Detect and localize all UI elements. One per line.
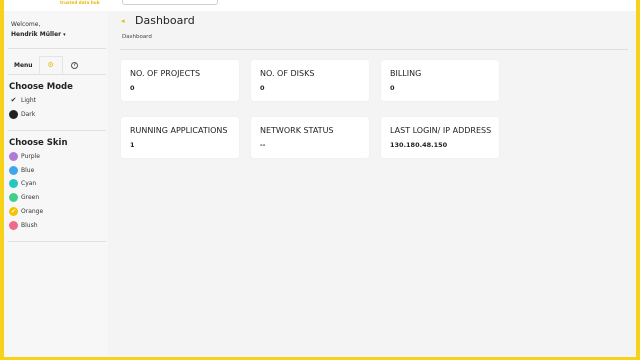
divider xyxy=(8,130,106,131)
color-swatch xyxy=(9,110,18,119)
top-header: trusted data hub xyxy=(4,0,636,11)
card-value: 0 xyxy=(130,84,135,92)
help-icon: ? xyxy=(71,61,79,69)
divider xyxy=(8,48,106,49)
check-icon: ✔ xyxy=(10,96,17,104)
card-value: -- xyxy=(260,141,266,149)
tab-menu-label: Menu xyxy=(14,61,33,69)
mode-option-label: Dark xyxy=(21,111,36,118)
skin-option-green[interactable]: Green xyxy=(9,193,39,202)
card-label: NETWORK STATUS xyxy=(260,126,334,135)
tab-help[interactable]: ? xyxy=(63,56,87,74)
card-label: RUNNING APPLICATIONS xyxy=(130,126,228,135)
skin-option-label: Cyan xyxy=(21,180,37,187)
sidebar-tabs: Menu ⚙ ? xyxy=(8,56,87,74)
tab-menu[interactable]: Menu xyxy=(8,56,39,74)
choose-skin-title: Choose Skin xyxy=(9,138,68,148)
card-projects: NO. OF PROJECTS 0 xyxy=(121,60,239,101)
skin-option-cyan[interactable]: Cyan xyxy=(9,179,36,188)
main-content: ◂ Dashboard Dashboard NO. OF PROJECTS 0 … xyxy=(108,11,636,357)
card-label: LAST LOGIN/ IP ADDRESS xyxy=(390,126,492,135)
brand-tagline: trusted data hub xyxy=(60,0,100,5)
gear-icon: ⚙ xyxy=(47,61,54,69)
card-value: 0 xyxy=(260,84,265,92)
skin-option-label: Purple xyxy=(21,153,40,160)
frame-right-border xyxy=(636,0,640,360)
mode-option-label: Light xyxy=(21,96,36,104)
card-network-status: NETWORK STATUS -- xyxy=(251,117,369,158)
color-swatch xyxy=(9,193,18,202)
divider xyxy=(8,74,106,75)
color-swatch xyxy=(9,179,18,188)
card-label: NO. OF PROJECTS xyxy=(130,69,201,78)
skin-option-label: Green xyxy=(21,194,40,201)
color-swatch xyxy=(9,152,18,161)
card-disks: NO. OF DISKS 0 xyxy=(251,60,369,101)
back-arrow-icon[interactable]: ◂ xyxy=(121,17,125,25)
page-title: Dashboard xyxy=(135,14,195,27)
skin-option-label: Blush xyxy=(21,222,38,229)
check-icon: ✔ xyxy=(9,207,18,216)
mode-option-dark[interactable]: Dark xyxy=(9,110,35,119)
card-billing: BILLING 0 xyxy=(381,60,499,101)
card-label: NO. OF DISKS xyxy=(260,69,315,78)
card-value: 0 xyxy=(390,84,395,92)
divider xyxy=(120,49,628,50)
breadcrumb[interactable]: Dashboard xyxy=(122,34,152,40)
card-value: 130.180.48.150 xyxy=(390,141,448,149)
skin-option-label: Blue xyxy=(21,167,35,174)
color-swatch xyxy=(9,221,18,230)
color-swatch xyxy=(9,166,18,175)
card-label: BILLING xyxy=(390,69,422,78)
mode-option-light[interactable]: ✔ Light xyxy=(9,96,36,104)
divider xyxy=(8,241,106,242)
card-running-applications: RUNNING APPLICATIONS 1 xyxy=(121,117,239,158)
user-dropdown[interactable]: Hendrik Müller ▾ xyxy=(11,31,66,38)
card-last-login: LAST LOGIN/ IP ADDRESS 130.180.48.150 xyxy=(381,117,499,158)
choose-mode-title: Choose Mode xyxy=(9,82,73,92)
welcome-text: Welcome, xyxy=(11,21,41,28)
skin-option-purple[interactable]: Purple xyxy=(9,152,40,161)
skin-option-blue[interactable]: Blue xyxy=(9,166,34,175)
skin-option-blush[interactable]: Blush xyxy=(9,221,38,230)
sidebar: Welcome, Hendrik Müller ▾ Menu ⚙ ? Choos… xyxy=(4,11,108,357)
skin-option-orange[interactable]: ✔ Orange xyxy=(9,207,43,216)
tab-settings[interactable]: ⚙ xyxy=(38,56,63,74)
search-input[interactable] xyxy=(122,0,218,5)
card-value: 1 xyxy=(130,141,135,149)
skin-option-label: Orange xyxy=(21,208,44,215)
caret-down-icon: ▾ xyxy=(63,31,66,38)
username-label: Hendrik Müller xyxy=(11,31,62,38)
